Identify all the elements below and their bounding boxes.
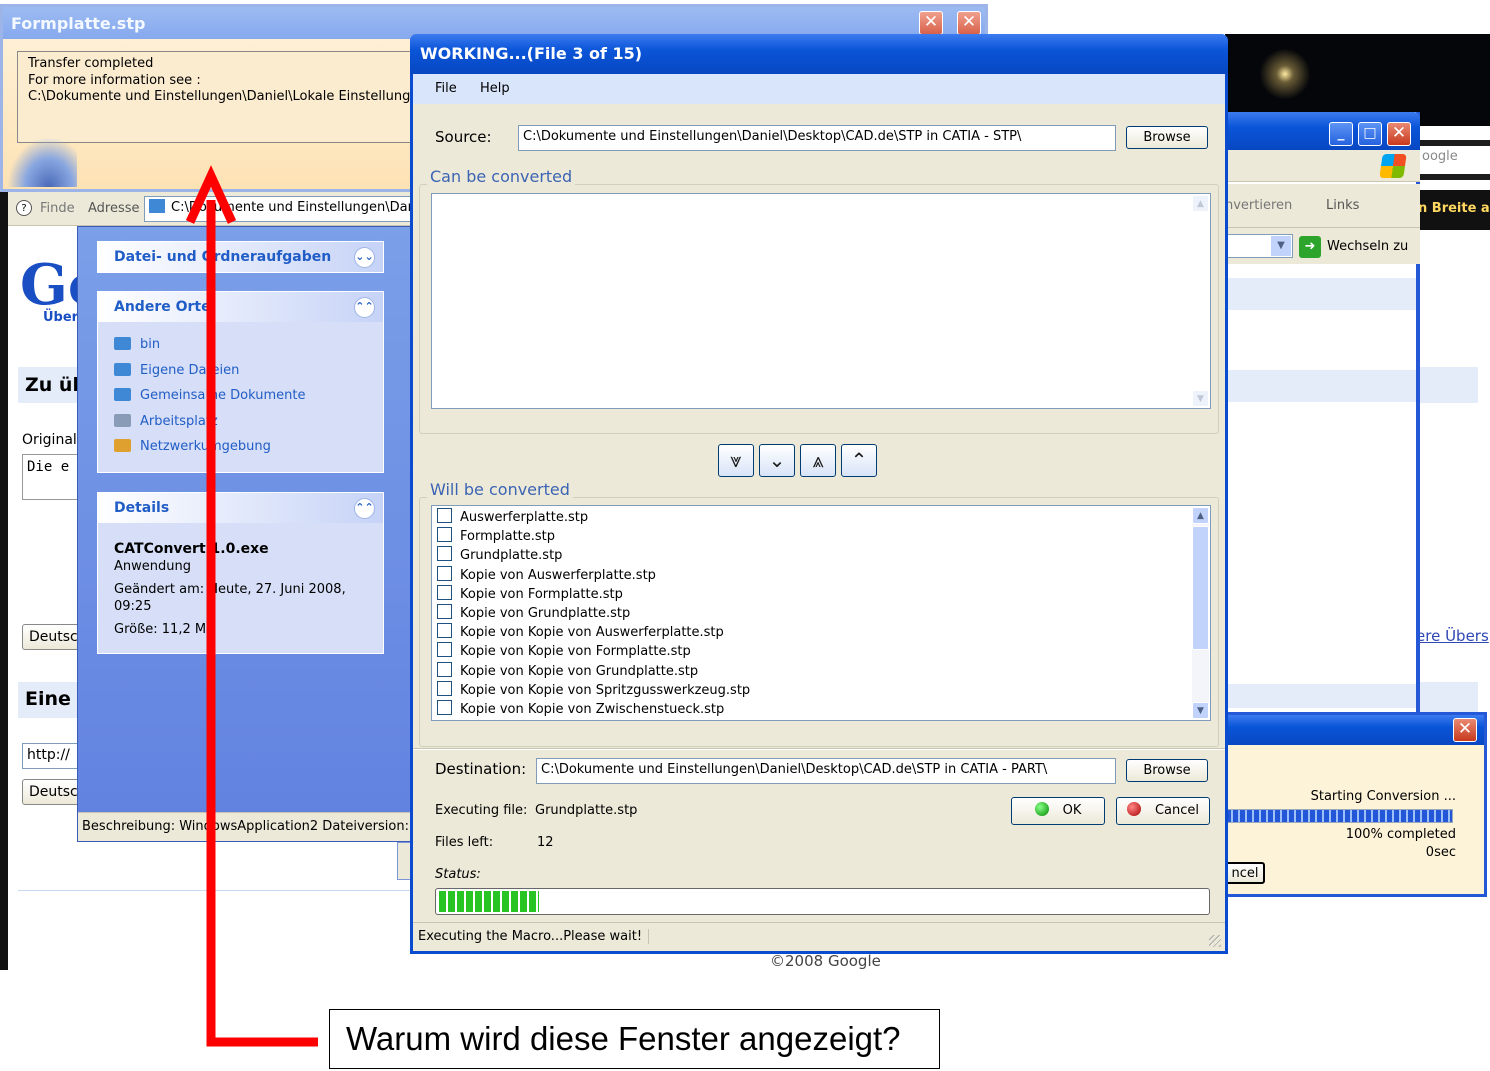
annotation-box: Warum wird diese Fenster angezeigt? — [329, 1009, 940, 1069]
annotation-arrow — [185, 165, 318, 1047]
arrow-line — [206, 200, 318, 1047]
annotation-question: Warum wird diese Fenster angezeigt? — [346, 1020, 901, 1057]
